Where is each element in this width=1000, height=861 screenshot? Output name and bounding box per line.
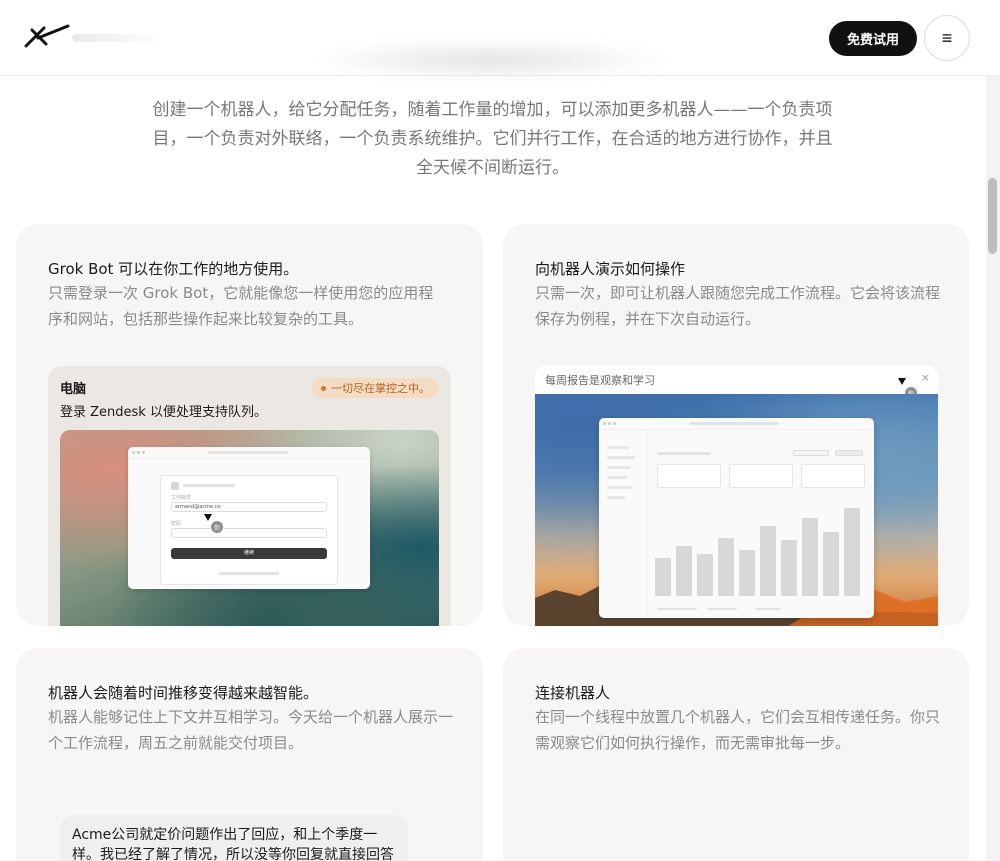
computer-panel: 电脑 一切尽在掌控之中。 登录 Zendesk 以便处理支持队列。 工作邮件 a… [48,366,451,626]
window-dot-icon [132,451,135,454]
mock-bar-chart [655,496,867,596]
mock-chart-bar [844,508,860,596]
card-works-where-you-work: Grok Bot 可以在你工作的地方使用。 只需登录一次 Grok Bot，它就… [16,224,483,626]
mock-legend-line [657,608,697,610]
status-dot-icon [321,385,326,391]
mock-stat-card [801,464,865,488]
intro-paragraph: 创建一个机器人，给它分配任务，随着工作量的增加，可以添加更多机器人——一个负责项… [152,100,833,178]
mock-password-input [171,528,327,538]
cursor-icon [898,378,906,385]
mock-chart-bar [781,540,797,596]
mock-continue-button: 继续 [171,548,327,559]
page-scrollbar[interactable] [986,0,1000,861]
mock-sidebar-line [607,466,631,469]
menu-button[interactable]: ≡ [924,15,970,61]
card-description: 在同一个线程中放置几个机器人，它们会互相传递任务。你只需观察它们如何执行操作，而… [535,708,941,752]
mock-filter-pill [835,450,863,456]
gradient-backdrop: 工作邮件 armand@acme.co 密码 继续 你 [60,430,439,626]
window-dot-icon [142,451,145,454]
mock-legend-line [755,608,781,610]
card-description: 机器人能够记住上下文并互相学习。今天给一个机器人展示一个工作流程，周五之前就能交… [48,708,454,752]
mock-filter-pill [793,450,829,456]
card-title: 连接机器人 [535,684,611,702]
mock-sidebar-line [607,456,635,459]
mock-stat-card [729,464,793,488]
window-dot-icon [613,422,616,425]
mock-email-value: armand@acme.co [175,504,221,510]
mock-chart-bar [718,538,734,596]
card-bots-get-smarter: 机器人会随着时间推移变得越来越智能。 机器人能够记住上下文并互相学习。今天给一个… [16,648,483,861]
scrollbar-thumb[interactable] [988,178,997,254]
weekly-report-panel: 每周报告是观察和学习 × 你 [535,366,938,626]
cursor-icon [204,514,212,521]
mock-sidebar-line [607,446,629,449]
mock-heading-line [657,452,711,455]
panel-title: 每周报告是观察和学习 [545,374,655,387]
chat-bubble: Acme公司就定价问题作出了回应，和上个季度一样。我已经了解了情况，所以没等你回… [60,815,408,861]
window-dot-icon [603,422,606,425]
mock-password-label: 密码 [171,521,182,527]
mock-chart-bar [655,558,671,596]
free-trial-button[interactable]: 免费试用 [829,21,917,56]
mock-window-bar [599,418,874,430]
window-dot-icon [137,451,140,454]
mock-chart-bar [676,546,692,596]
card-title: Grok Bot 可以在你工作的地方使用。 [48,260,299,278]
blurred-heading [305,40,675,80]
mock-email-label: 工作邮件 [171,495,192,501]
mock-stat-card [657,464,721,488]
logo-icon[interactable] [24,24,70,48]
mock-email-input: armand@acme.co [171,502,327,512]
site-header: 免费试用 ≡ [0,0,1000,80]
card-description: 只需登录一次 Grok Bot，它就能像您一样使用您的应用程序和网站，包括那些操… [48,284,434,328]
mock-dashboard-window [599,418,874,618]
panel-title: 电脑 [60,382,87,397]
mock-footer-line [219,572,279,575]
mock-sidebar-line [607,496,625,499]
mock-address-bar [689,422,779,425]
card-title: 机器人会随着时间推移变得越来越智能。 [48,684,319,702]
status-text: 一切尽在掌控之中。 [331,382,430,395]
close-icon[interactable]: × [921,371,930,384]
mock-chart-bar [823,532,839,596]
mock-login-form: 工作邮件 armand@acme.co 密码 继续 [160,475,338,585]
mock-legend-line [707,608,737,610]
mock-chart-bar [739,550,755,596]
mock-window-bar [128,447,370,459]
mock-sidebar-divider [647,430,648,618]
mock-address-bar [208,451,288,454]
mock-browser-window: 工作邮件 armand@acme.co 密码 继续 你 [128,447,370,589]
mock-logo-icon [171,482,179,490]
panel-subtitle: 登录 Zendesk 以便处理支持队列。 [60,405,267,420]
window-dot-icon [608,422,611,425]
gradient-backdrop [535,394,938,626]
card-show-bot-how: 向机器人演示如何操作 只需一次，即可让机器人跟随您完成工作流程。它会将该流程保存… [503,224,969,626]
mock-chart-bar [802,518,818,596]
logo-wordmark-fade [72,34,162,42]
status-badge: 一切尽在掌控之中。 [312,378,439,398]
hamburger-icon: ≡ [941,27,953,48]
card-title: 向机器人演示如何操作 [535,260,686,278]
mock-sidebar-line [607,476,627,479]
mock-chart-bar [697,554,713,596]
mock-chart-bar [760,526,776,596]
cursor-badge: 你 [210,520,224,534]
mock-sidebar-line [607,486,633,489]
mock-heading-line [183,484,235,487]
card-description: 只需一次，即可让机器人跟随您完成工作流程。它会将该流程保存为例程，并在下次自动运… [535,284,941,328]
card-connect-bots: 连接机器人 在同一个线程中放置几个机器人，它们会互相传递任务。你只需观察它们如何… [503,648,969,861]
